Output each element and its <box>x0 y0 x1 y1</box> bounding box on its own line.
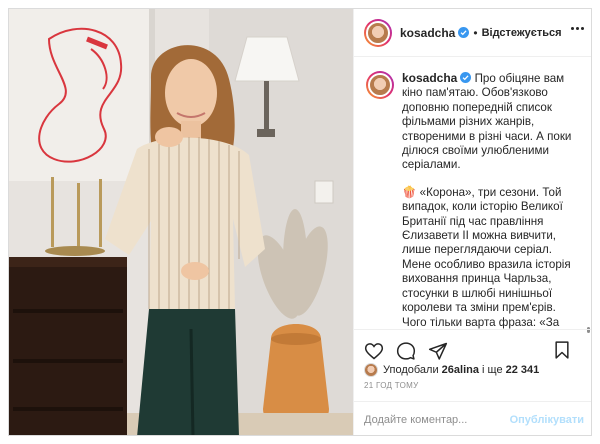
add-comment-bar: Опублікувати <box>354 401 591 435</box>
comment-input[interactable] <box>364 413 510 426</box>
photo-illustration <box>9 9 353 435</box>
liker-username[interactable]: 26alina <box>442 364 479 376</box>
post-actions <box>354 329 591 363</box>
likes-middle: і ще <box>482 364 503 376</box>
post-sidebar: kosadcha • Відстежується kosadcha Про об… <box>353 9 591 435</box>
more-options-icon[interactable] <box>571 27 584 30</box>
post-timestamp[interactable]: 21 ГОД ТОМУ <box>364 381 419 390</box>
save-bookmark-icon[interactable] <box>552 340 572 360</box>
verified-badge-icon <box>458 27 470 38</box>
liker-avatar[interactable] <box>364 363 378 377</box>
header-separator: • <box>473 25 478 40</box>
instagram-post: kosadcha • Відстежується kosadcha Про об… <box>8 8 592 436</box>
likes-count[interactable]: 22 341 <box>506 364 540 376</box>
likes-prefix: Уподобали <box>383 364 439 376</box>
share-paper-plane-icon[interactable] <box>428 341 448 361</box>
header-username[interactable]: kosadcha <box>400 26 455 40</box>
caption-story-ring[interactable] <box>366 71 394 99</box>
caption-avatar[interactable] <box>368 73 392 97</box>
caption-paragraph-2: 🍿 «Корона», три сезони. Той випадок, кол… <box>402 185 571 329</box>
likes-row: Уподобали 26alina і ще 22 341 <box>364 361 539 379</box>
caption-intro: Про обіцяне вам кіно пам'ятаю. Обов'язко… <box>402 72 572 172</box>
like-heart-icon[interactable] <box>364 341 384 361</box>
comment-bubble-icon[interactable] <box>396 341 416 361</box>
post-photo[interactable] <box>9 9 353 435</box>
post-header: kosadcha • Відстежується <box>354 9 591 57</box>
caption-text: kosadcha Про обіцяне вам кіно пам'ятаю. … <box>402 71 580 329</box>
caption-username[interactable]: kosadcha <box>402 71 457 85</box>
publish-button[interactable]: Опублікувати <box>510 414 584 426</box>
verified-badge-icon <box>460 72 472 83</box>
following-button[interactable]: Відстежується <box>482 27 562 39</box>
caption-area: kosadcha Про обіцяне вам кіно пам'ятаю. … <box>354 57 591 329</box>
avatar[interactable] <box>366 20 390 45</box>
story-ring[interactable] <box>364 18 392 47</box>
